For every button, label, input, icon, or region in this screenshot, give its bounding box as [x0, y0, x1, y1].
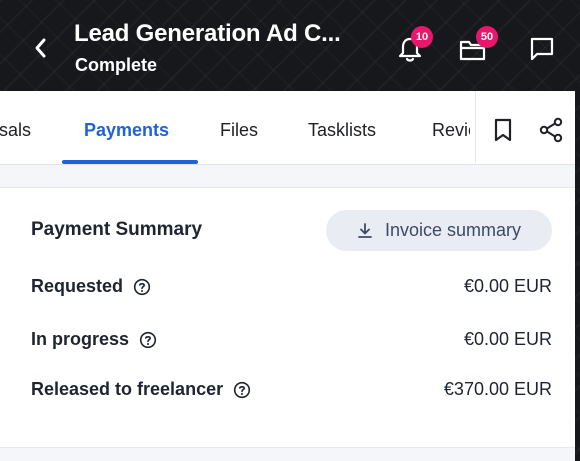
project-status: Complete: [75, 55, 158, 75]
section-spacer-bottom: [0, 447, 575, 461]
share-button[interactable]: [536, 115, 566, 145]
released-amount: €370.00 EUR: [443, 379, 552, 399]
payment-summary-title: Payment Summary: [31, 219, 203, 240]
in-progress-amount: €0.00 EUR: [463, 329, 552, 349]
back-button[interactable]: [28, 34, 52, 62]
help-icon[interactable]: [139, 331, 157, 349]
help-icon[interactable]: [133, 278, 151, 296]
active-tab-indicator: [62, 160, 198, 164]
app-header: Lead Generation Ad C... Complete 10 50: [0, 0, 580, 91]
download-icon: [358, 222, 372, 238]
project-title: Lead Generation Ad C...: [74, 20, 341, 47]
help-icon[interactable]: [233, 381, 251, 399]
released-text: Released to freelancer: [31, 379, 224, 399]
in-progress-label: In progress: [31, 329, 157, 350]
payments-panel: sals Payments Files Tasklists Revie Paym…: [0, 91, 575, 461]
in-progress-text: In progress: [31, 329, 130, 349]
released-label: Released to freelancer: [31, 379, 251, 400]
share-icon: [539, 117, 563, 143]
invoice-summary-label: Invoice summary: [384, 220, 522, 240]
chevron-left-icon: [35, 38, 46, 58]
tab-bar: sals Payments Files Tasklists Revie: [0, 91, 575, 165]
bookmark-icon: [494, 118, 512, 142]
tab-proposals[interactable]: sals: [0, 120, 31, 141]
tab-payments[interactable]: Payments: [84, 120, 169, 141]
files-badge: 50: [476, 26, 498, 48]
chat-icon: [530, 37, 554, 61]
requested-text: Requested: [31, 276, 124, 296]
requested-amount: €0.00 EUR: [463, 276, 552, 296]
bookmark-button[interactable]: [488, 115, 518, 145]
notifications-badge: 10: [411, 26, 433, 48]
tab-files[interactable]: Files: [220, 120, 258, 141]
invoice-summary-button[interactable]: Invoice summary: [326, 210, 552, 251]
tab-divider: [475, 91, 476, 163]
messages-button[interactable]: [525, 32, 559, 66]
tab-tasklists[interactable]: Tasklists: [308, 120, 376, 141]
section-spacer: [0, 165, 575, 188]
requested-label: Requested: [31, 276, 151, 297]
